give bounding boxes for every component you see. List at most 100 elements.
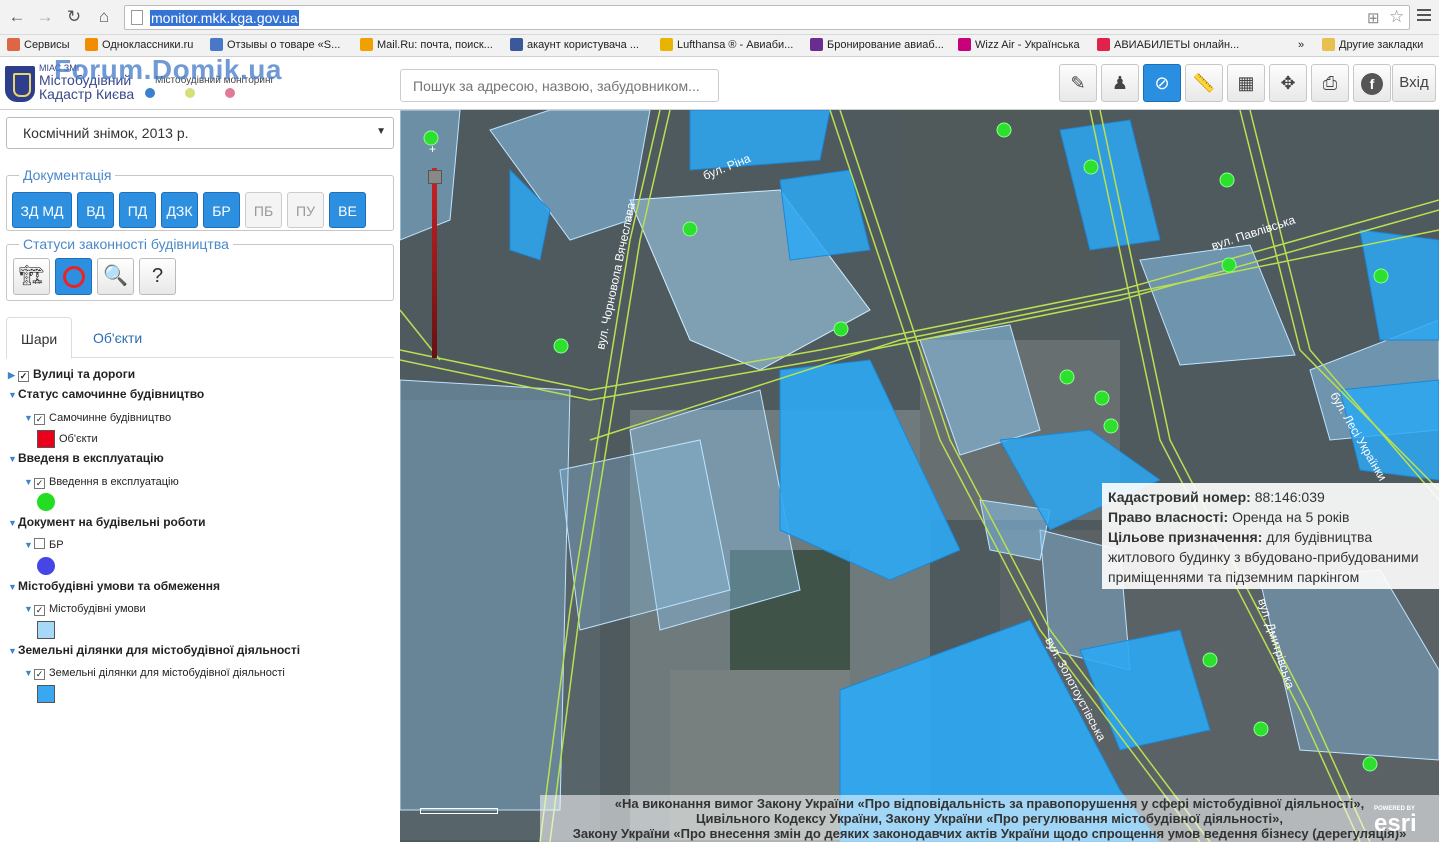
pan-move-button[interactable]: ✥: [1269, 64, 1307, 102]
lufthansa-icon: [660, 38, 673, 51]
commissioned-object-marker[interactable]: [833, 321, 849, 337]
other-bookmarks-folder[interactable]: Другие закладки: [1322, 38, 1423, 53]
status-illegal-building-button[interactable]: [55, 258, 92, 295]
status-construction-crane-button[interactable]: 🏗: [13, 258, 50, 295]
commissioned-object-marker[interactable]: [1202, 652, 1218, 668]
url-text[interactable]: monitor.mkk.kga.gov.ua: [150, 10, 299, 26]
layer-group[interactable]: ▼Містобудівні умови та обмеження: [8, 579, 220, 594]
map-viewport[interactable]: бул. Ріна вул. Павлівська вул. Чорновола…: [400, 110, 1439, 842]
bookmark-item[interactable]: акаунт користувача ...: [510, 38, 639, 53]
collapse-caret-icon[interactable]: ▼: [8, 452, 18, 466]
layer-group[interactable]: ▼Документ на будівельні роботи: [8, 515, 206, 530]
zoom-in-icon[interactable]: +: [429, 142, 436, 156]
layer-checkbox[interactable]: [34, 538, 45, 549]
streetview-person-button[interactable]: ♟: [1101, 64, 1139, 102]
commissioned-object-marker[interactable]: [1059, 369, 1075, 385]
collapse-caret-icon[interactable]: ▼: [24, 602, 34, 616]
bookmark-item[interactable]: Одноклассники.ru: [85, 38, 193, 53]
esri-logo[interactable]: POWERED BY esri: [1374, 806, 1417, 836]
collapse-caret-icon[interactable]: ▼: [24, 411, 34, 425]
reload-icon[interactable]: ↻: [64, 7, 84, 27]
layer-item[interactable]: ▼ ✓ Самочинне будівництво: [24, 411, 171, 425]
commissioned-object-marker[interactable]: [1103, 418, 1119, 434]
doc-filter-button[interactable]: ВД: [77, 192, 114, 228]
zoom-handle[interactable]: [428, 170, 442, 184]
collapse-caret-icon[interactable]: ▼: [8, 644, 18, 658]
legend-swatch: [37, 430, 55, 448]
bookmark-item[interactable]: Бронирование авиаб...: [810, 38, 944, 53]
basemap-select[interactable]: Космічний знімок, 2013 р. ▼: [6, 117, 394, 149]
collapse-caret-icon[interactable]: ▼: [24, 666, 34, 680]
address-bar[interactable]: monitor.mkk.kga.gov.ua ⊞ ☆: [124, 5, 1410, 30]
commissioned-object-marker[interactable]: [1373, 268, 1389, 284]
satellite-map-layer[interactable]: бул. Ріна вул. Павлівська вул. Чорновола…: [400, 110, 1439, 842]
collapse-caret-icon[interactable]: ▼: [8, 580, 18, 594]
layer-item[interactable]: ▼ ✓ Земельні ділянки для містобудівної дія…: [24, 666, 285, 680]
commissioned-object-marker[interactable]: [1362, 756, 1378, 772]
status-search-magnifier-button[interactable]: 🔍: [97, 258, 134, 295]
commissioned-object-marker[interactable]: [1094, 390, 1110, 406]
doc-filter-button[interactable]: ДЗК: [161, 192, 198, 228]
commissioned-object-marker[interactable]: [553, 338, 569, 354]
layer-checkbox[interactable]: ✓: [34, 414, 45, 425]
commissioned-object-marker[interactable]: [1219, 172, 1235, 188]
bookmarks-overflow-button[interactable]: »: [1298, 38, 1304, 53]
layer-group[interactable]: ▼Земельні ділянки для містобудівної діял…: [8, 643, 300, 658]
layer-checkbox[interactable]: ✓: [34, 605, 45, 616]
bookmark-item[interactable]: АВИАБИЛЕТЫ онлайн...: [1097, 38, 1239, 53]
brand-dot-pink: [225, 88, 235, 98]
commissioned-object-marker[interactable]: [1253, 721, 1269, 737]
layer-group[interactable]: ▶ ✓ Вулиці та дороги: [8, 367, 135, 382]
chrome-menu-icon[interactable]: [1417, 9, 1431, 24]
layer-item[interactable]: ▼ ✓ Введення в експлуатацію: [24, 475, 179, 489]
bookmark-item[interactable]: Wizz Air - Українська: [958, 38, 1080, 53]
login-button[interactable]: Вхід: [1392, 64, 1436, 102]
zoom-track[interactable]: [432, 168, 437, 358]
doc-filter-button[interactable]: ПД: [119, 192, 156, 228]
layer-item[interactable]: ▼ ✓ Містобудівні умови: [24, 602, 146, 616]
tab-objects[interactable]: Об'єкти: [79, 317, 156, 358]
expand-caret-icon[interactable]: ▶: [8, 368, 18, 382]
doc-filter-button[interactable]: ПУ: [287, 192, 324, 228]
doc-filter-button[interactable]: БР: [203, 192, 240, 228]
tab-layers[interactable]: Шари: [6, 317, 73, 359]
facebook-button[interactable]: f: [1353, 64, 1391, 102]
forward-arrow-icon[interactable]: →: [35, 7, 55, 27]
bookmark-item[interactable]: Отзывы о товаре «S...: [210, 38, 340, 53]
bookmark-item[interactable]: Lufthansa ® - Авиаби...: [660, 38, 793, 53]
home-icon[interactable]: ⌂: [94, 7, 114, 27]
translate-icon[interactable]: ⊞: [1367, 9, 1380, 27]
layer-checkbox[interactable]: ✓: [34, 669, 45, 680]
doc-filter-button[interactable]: ВЕ: [329, 192, 366, 228]
bookmark-star-icon[interactable]: ☆: [1389, 7, 1404, 27]
collapse-caret-icon[interactable]: ▼: [8, 516, 18, 530]
layers-grid-button[interactable]: ▦: [1227, 64, 1265, 102]
measure-ruler-button[interactable]: 📏: [1185, 64, 1223, 102]
bookmark-item[interactable]: Сервисы: [7, 38, 70, 53]
identify-compass-button[interactable]: ⊘: [1143, 64, 1181, 102]
layer-group[interactable]: ▼Введеня в експлуатацію: [8, 451, 164, 466]
commissioned-object-marker[interactable]: [1221, 257, 1237, 273]
layer-group[interactable]: ▼Статус самочинне будівництво: [8, 387, 204, 402]
collapse-caret-icon[interactable]: ▼: [24, 538, 34, 552]
print-button[interactable]: ⎙: [1311, 64, 1349, 102]
edit-tool-button[interactable]: ✎: [1059, 64, 1097, 102]
doc-filter-button[interactable]: ПБ: [245, 192, 282, 228]
status-help-question-button[interactable]: ?: [139, 258, 176, 295]
layer-checkbox[interactable]: ✓: [18, 371, 29, 382]
layer-item[interactable]: ▼ БР: [24, 538, 64, 552]
back-arrow-icon[interactable]: ←: [7, 7, 27, 27]
kyiv-coat-of-arms-logo[interactable]: [5, 66, 35, 102]
address-search-input[interactable]: [400, 69, 719, 102]
collapse-caret-icon[interactable]: ▼: [8, 388, 18, 402]
doc-filter-button[interactable]: ЗД МД: [12, 192, 72, 228]
commissioned-object-marker[interactable]: [682, 221, 698, 237]
commissioned-object-marker[interactable]: [1083, 159, 1099, 175]
zoom-slider[interactable]: +: [428, 142, 442, 358]
facebook-icon: f: [1361, 73, 1383, 96]
layer-checkbox[interactable]: ✓: [34, 478, 45, 489]
collapse-caret-icon[interactable]: ▼: [24, 475, 34, 489]
commissioned-object-marker[interactable]: [996, 122, 1012, 138]
bookmark-item[interactable]: Mail.Ru: почта, поиск...: [360, 38, 493, 53]
edit-tool-icon: ✎: [1070, 73, 1086, 93]
